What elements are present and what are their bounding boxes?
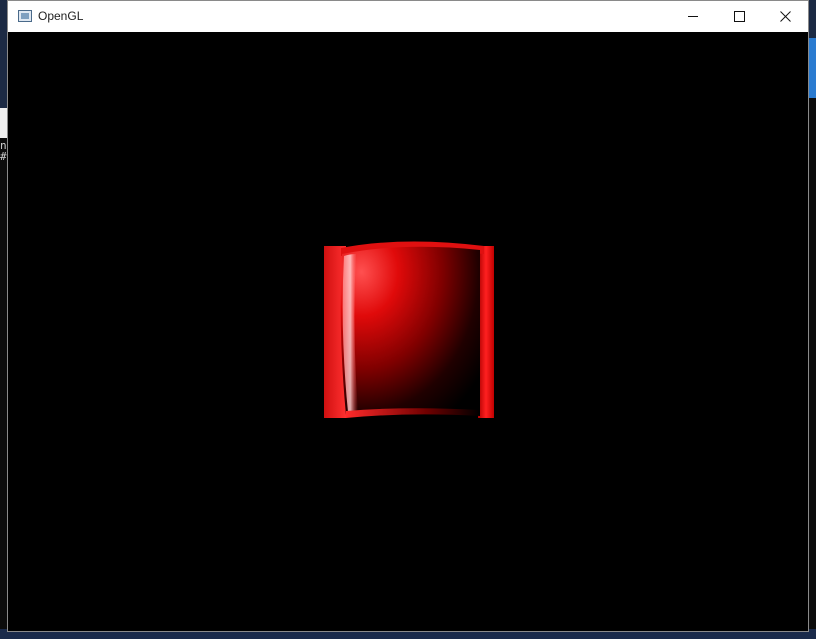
shape-bottom-lip: [346, 408, 480, 418]
title-bar[interactable]: OpenGL: [8, 1, 808, 32]
opengl-window: OpenGL: [7, 0, 809, 632]
window-title: OpenGL: [38, 9, 84, 23]
minimize-button[interactable]: [670, 1, 716, 31]
background-console-edge-right: [808, 98, 816, 639]
close-button[interactable]: [762, 1, 808, 31]
background-window-edge: [808, 38, 816, 98]
maximize-icon: [733, 10, 745, 22]
background-blue-strip: [808, 38, 816, 98]
maximize-button[interactable]: [716, 1, 762, 31]
close-icon: [779, 10, 791, 22]
render-canvas: [324, 241, 494, 418]
red-cylinder-shape: [324, 241, 494, 418]
minimize-icon: [688, 15, 698, 17]
opengl-window-icon[interactable]: [18, 10, 32, 22]
render-viewport[interactable]: [8, 32, 808, 631]
shape-front-face: [340, 246, 480, 415]
shape-right-flange: [478, 246, 494, 418]
